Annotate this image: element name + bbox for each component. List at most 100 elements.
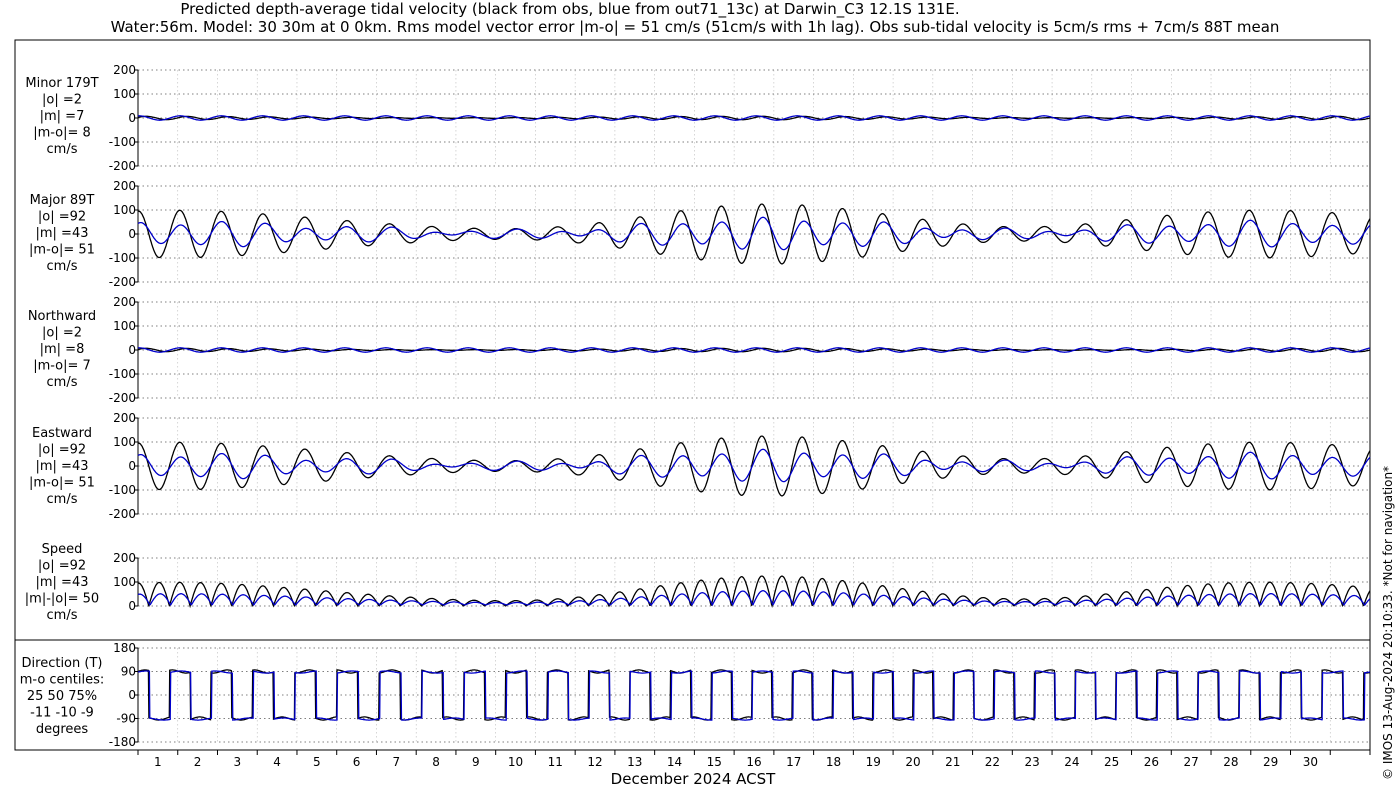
x-tick-label: 9 xyxy=(472,755,480,769)
panel-label-line: |m-o|= 7 xyxy=(33,359,91,374)
x-tick-label: 3 xyxy=(234,755,242,769)
y-tick-label: 200 xyxy=(113,551,136,565)
x-tick-label: 28 xyxy=(1223,755,1238,769)
panel-label-line: Major 89T xyxy=(30,193,95,208)
y-tick-label: -100 xyxy=(109,135,136,149)
panel-label-line: |m| =43 xyxy=(36,459,89,474)
panel-label-line: Minor 179T xyxy=(25,76,98,91)
x-tick-label: 11 xyxy=(548,755,563,769)
y-tick-label: 0 xyxy=(128,688,136,702)
panel-label-line: cm/s xyxy=(47,608,78,623)
panel-label-line: |m| =7 xyxy=(40,109,85,124)
y-tick-label: 100 xyxy=(113,87,136,101)
x-tick-label: 1 xyxy=(154,755,162,769)
x-axis-label: December 2024 ACST xyxy=(611,770,776,788)
panel-east: 200 100 0 -100 -200 Eastward |o| =92|m| =43 |m-… xyxy=(29,411,1371,521)
y-tick-label: 0 xyxy=(128,227,136,241)
panel-label-line: |o| =92 xyxy=(38,443,86,458)
panel-direction: 180 90 0 -90 -180 Direction (T) m-o centiles:2… xyxy=(20,641,1371,749)
y-tick-label: -100 xyxy=(109,483,136,497)
x-tick-label: 5 xyxy=(313,755,321,769)
panel-label-line: |m-o|= 8 xyxy=(33,126,91,141)
copyright-notice: © IMOS 13-Aug-2024 20:10:33. *Not for na… xyxy=(1381,466,1395,780)
panel-label-line: |o| =2 xyxy=(42,326,82,341)
panel-label-line: cm/s xyxy=(47,492,78,507)
x-tick-label: 22 xyxy=(985,755,1000,769)
y-tick-label: -200 xyxy=(109,159,136,173)
panel-label-line: Direction (T) xyxy=(22,656,103,671)
y-tick-label: 0 xyxy=(128,111,136,125)
y-tick-label: 100 xyxy=(113,203,136,217)
x-tick-label: 23 xyxy=(1025,755,1040,769)
y-tick-label: -180 xyxy=(109,735,136,749)
panel-label-line: m-o centiles: xyxy=(20,673,105,688)
panel-label-line: |m-o|= 51 xyxy=(29,243,95,258)
x-tick-label: 12 xyxy=(587,755,602,769)
tidal-velocity-chart: 2001000-100-200Minor 179T|o| =2|m| =7|m-… xyxy=(14,39,1395,788)
panel-label-line: |m-o|= 51 xyxy=(29,476,95,491)
panel-label-line: |m| =43 xyxy=(36,226,89,241)
y-tick-label: -200 xyxy=(109,391,136,405)
panel-label-line: Northward xyxy=(28,309,96,324)
panel-label-line: |m|-|o|= 50 xyxy=(25,592,99,607)
y-tick-label: -100 xyxy=(109,251,136,265)
panel-label-line: cm/s xyxy=(47,375,78,390)
x-tick-label: 16 xyxy=(746,755,761,769)
x-tick-label: 25 xyxy=(1104,755,1119,769)
panel-label-line: |m| =43 xyxy=(36,575,89,590)
panel-speed: 200 100 0 Speed |o| =92|m| =43 |m|-|o|= 50cm/… xyxy=(25,542,1371,623)
x-tick-label: 6 xyxy=(353,755,361,769)
panel-label-line: 25 50 75% xyxy=(27,689,97,704)
panel-label-line: cm/s xyxy=(47,142,78,157)
y-tick-label: 0 xyxy=(128,459,136,473)
x-tick-label: 10 xyxy=(508,755,523,769)
x-tick-label: 14 xyxy=(667,755,682,769)
x-tick-label: 21 xyxy=(945,755,960,769)
y-tick-label: 200 xyxy=(113,411,136,425)
x-tick-label: 27 xyxy=(1184,755,1199,769)
y-tick-label: 0 xyxy=(128,343,136,357)
panel-label-line: |o| =92 xyxy=(38,210,86,225)
panel-label-line: Eastward xyxy=(32,426,92,441)
y-tick-label: 100 xyxy=(113,575,136,589)
panel-label-line: Speed xyxy=(42,542,83,557)
x-tick-label: 18 xyxy=(826,755,841,769)
x-tick-label: 26 xyxy=(1144,755,1159,769)
panel-label-line: degrees xyxy=(36,722,89,737)
y-tick-label: -200 xyxy=(109,507,136,521)
x-tick-label: 24 xyxy=(1064,755,1079,769)
series-obs-line-north xyxy=(137,347,1371,353)
y-tick-label: 100 xyxy=(113,319,136,333)
panel-minor: 200 100 0 -100 -200 Minor 179T |o| =2|m| =7 |m-… xyxy=(25,63,1371,173)
y-tick-label: 200 xyxy=(113,295,136,309)
series-model-line-direction xyxy=(137,670,1371,721)
y-tick-label: 100 xyxy=(113,435,136,449)
y-tick-label: 200 xyxy=(113,63,136,77)
series-obs-line-minor xyxy=(137,115,1371,121)
x-tick-label: 29 xyxy=(1263,755,1278,769)
y-tick-label: 0 xyxy=(128,599,136,613)
y-tick-label: -100 xyxy=(109,367,136,381)
panel-label-line: |o| =2 xyxy=(42,93,82,108)
upper-panel-frame xyxy=(14,39,1371,641)
panel-north: 200 100 0 -100 -200 Northward |o| =2|m| =8 |m-o… xyxy=(28,295,1371,405)
x-tick-label: 13 xyxy=(627,755,642,769)
y-tick-label: -90 xyxy=(116,712,136,726)
x-tick-label: 4 xyxy=(273,755,281,769)
x-tick-label: 19 xyxy=(866,755,881,769)
panel-label-line: |o| =92 xyxy=(38,559,86,574)
panel-label-line: -11 -10 -9 xyxy=(30,706,94,721)
x-tick-label: 15 xyxy=(707,755,722,769)
x-tick-label: 7 xyxy=(393,755,401,769)
panel-label-line: cm/s xyxy=(47,259,78,274)
y-tick-label: 200 xyxy=(113,179,136,193)
x-tick-label: 2 xyxy=(194,755,202,769)
panel-label-line: |m| =8 xyxy=(40,342,85,357)
y-tick-label: 180 xyxy=(113,641,136,655)
x-tick-label: 17 xyxy=(786,755,801,769)
x-tick-label: 20 xyxy=(905,755,920,769)
y-tick-label: 90 xyxy=(121,665,136,679)
y-tick-label: -200 xyxy=(109,275,136,289)
x-tick-label: 8 xyxy=(432,755,440,769)
panel-major: 200 100 0 -100 -200 Major 89T |o| =92|m| =43 |m… xyxy=(29,179,1371,289)
